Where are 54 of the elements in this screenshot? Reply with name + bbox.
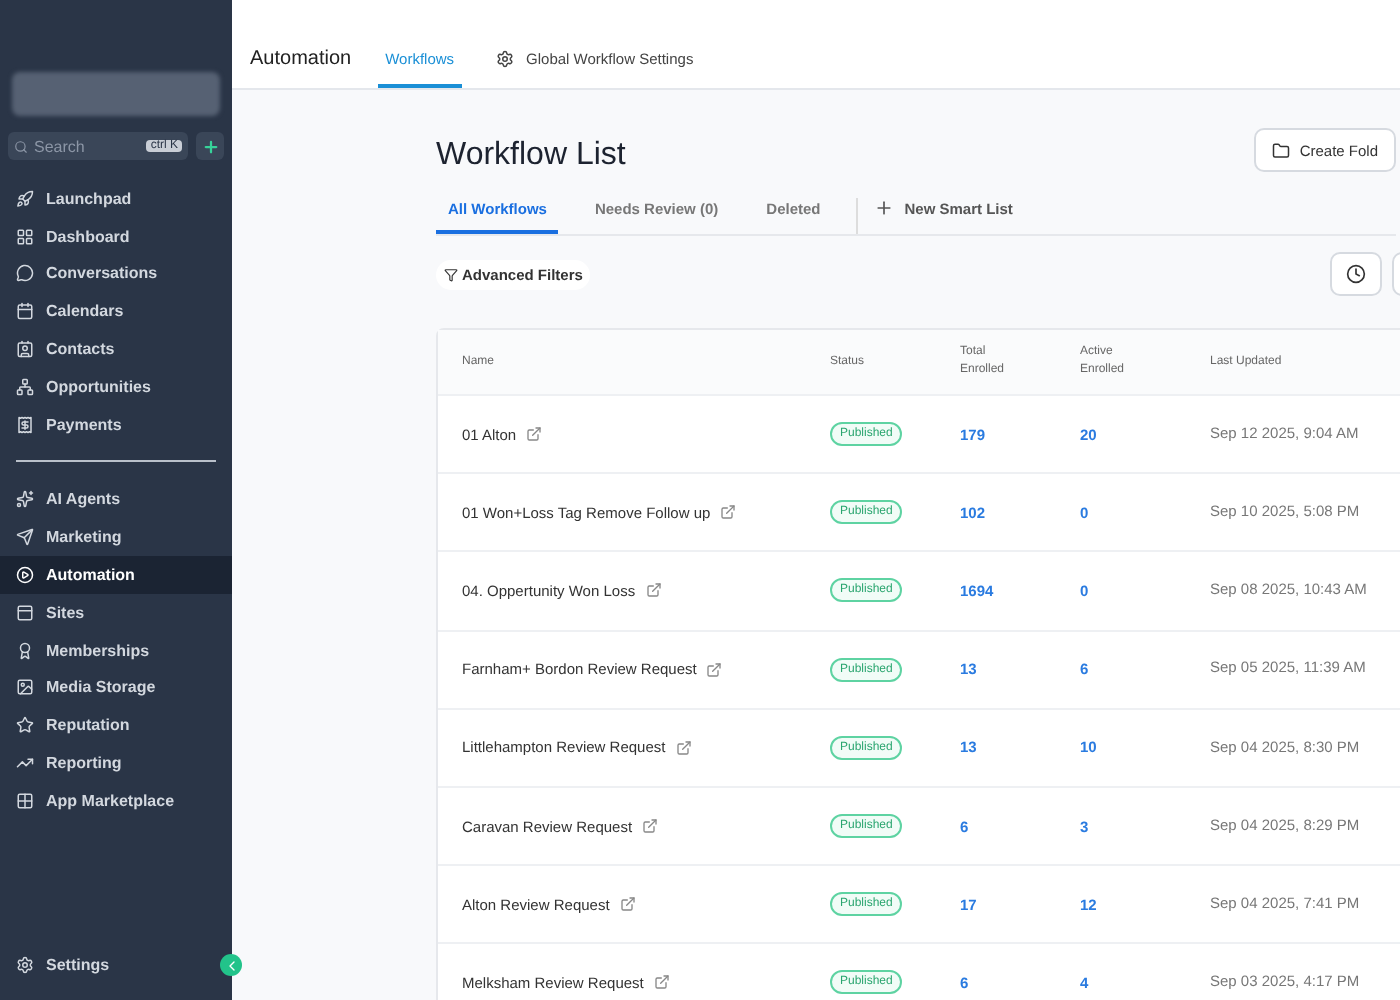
- external-link-icon[interactable]: [645, 582, 662, 599]
- external-link-icon[interactable]: [706, 661, 723, 678]
- browser-window-icon: [16, 603, 34, 622]
- nav-item[interactable]: Reputation: [0, 706, 232, 745]
- chat-bubble-icon: [16, 264, 34, 283]
- nav-item[interactable]: Launchpad: [0, 180, 232, 218]
- gear-icon: [496, 50, 515, 68]
- nav-item[interactable]: Reporting: [0, 744, 232, 782]
- nav-item[interactable]: App Marketplace: [0, 781, 232, 820]
- play-circle-icon: [16, 566, 34, 585]
- plus-icon: [201, 137, 219, 155]
- plus-icon: [874, 198, 895, 218]
- folder-icon: [1271, 141, 1290, 159]
- page-title: Workflow List: [436, 138, 626, 174]
- external-link-icon[interactable]: [526, 426, 543, 443]
- settings-item[interactable]: Settings: [0, 946, 126, 984]
- trend-line-icon: [16, 754, 34, 773]
- nav-item[interactable]: Calendars: [0, 292, 232, 331]
- search-icon: [14, 139, 28, 153]
- rocket-icon: [16, 189, 34, 208]
- clock-icon: [1346, 264, 1366, 284]
- collapse-button[interactable]: [220, 954, 242, 976]
- nav-item[interactable]: Media Storage: [0, 669, 232, 707]
- image-icon: [16, 678, 34, 697]
- nav-item[interactable]: Payments: [0, 405, 232, 444]
- external-link-icon[interactable]: [675, 739, 692, 756]
- sparkles-icon: [16, 490, 34, 509]
- external-link-icon[interactable]: [720, 504, 737, 521]
- nav-item[interactable]: Opportunities: [0, 367, 232, 406]
- receipt-icon: [16, 415, 34, 434]
- section-title: Automation: [250, 48, 352, 74]
- nav-item[interactable]: Contacts: [0, 330, 232, 368]
- star-icon: [16, 716, 34, 735]
- external-link-icon[interactable]: [653, 974, 670, 991]
- award-icon: [16, 641, 34, 660]
- contact-card-icon: [16, 340, 34, 359]
- network-icon: [16, 377, 34, 396]
- nav-item[interactable]: AI Agents: [0, 481, 232, 519]
- nav-item[interactable]: Dashboard: [0, 217, 232, 256]
- gear-icon: [16, 956, 34, 975]
- paper-plane-icon: [16, 528, 34, 547]
- nav-item[interactable]: Memberships: [0, 631, 232, 670]
- nav-item[interactable]: Conversations: [0, 255, 232, 293]
- grid-icon: [16, 791, 34, 810]
- nav-item[interactable]: Marketing: [0, 518, 232, 557]
- filter-icon: [444, 267, 458, 281]
- external-link-icon[interactable]: [642, 818, 659, 835]
- history-button[interactable]: [1330, 252, 1382, 296]
- grid-icon: [16, 227, 34, 246]
- calendar-icon: [16, 302, 34, 321]
- nav-item[interactable]: Automation: [0, 556, 232, 594]
- add-button[interactable]: [196, 132, 224, 160]
- nav-item[interactable]: Sites: [0, 593, 232, 632]
- external-link-icon[interactable]: [619, 896, 636, 913]
